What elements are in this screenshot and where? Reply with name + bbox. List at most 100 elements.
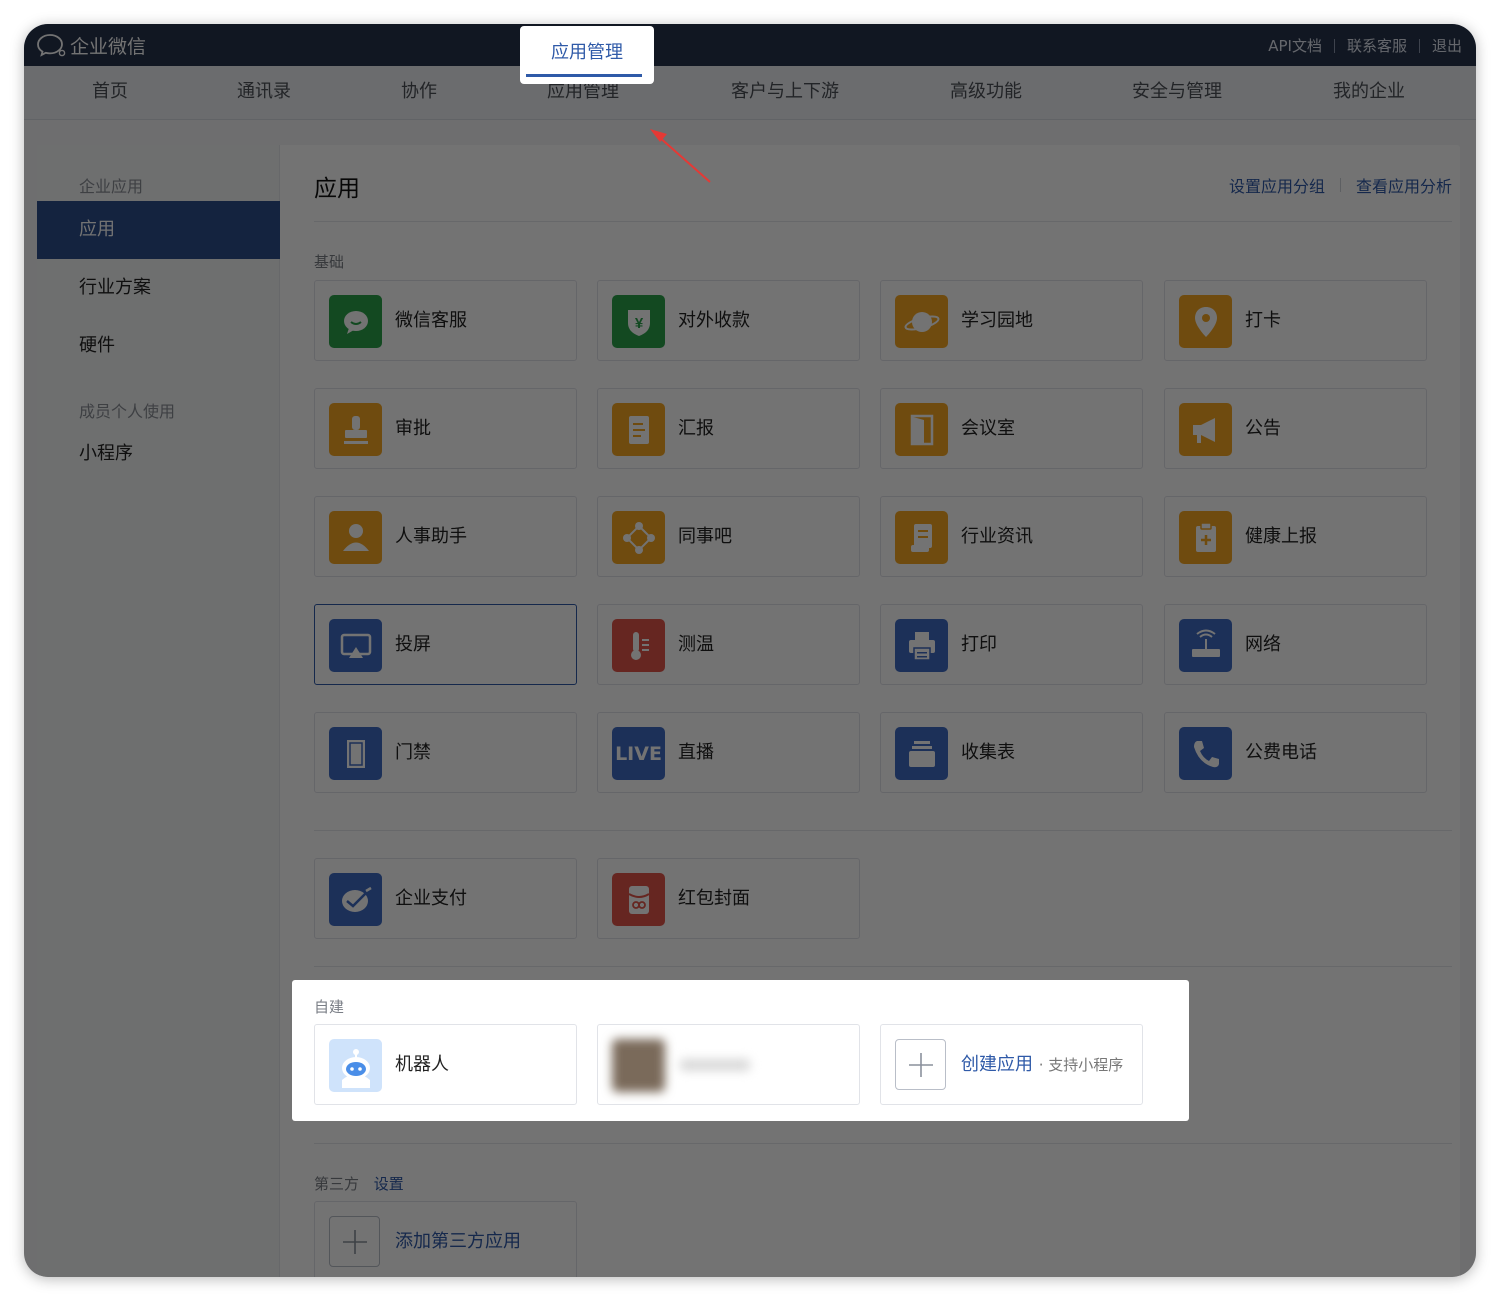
app-tile-colleagues[interactable]: 同事吧 [597,496,860,577]
app-tile-health-report[interactable]: 健康上报 [1164,496,1427,577]
tab-home[interactable]: 首页 [92,66,128,120]
app-tile-external-payment[interactable]: ¥ 对外收款 [597,280,860,361]
create-app-subtext: · 支持小程序 [1038,1056,1124,1074]
thermometer-icon [612,619,665,672]
add-third-party-app-button[interactable]: 添加第三方应用 [314,1201,577,1277]
app-tile-enterprise-pay[interactable]: 企业支付 [314,858,577,939]
divider [314,1143,1452,1144]
contact-support-link[interactable]: 联系客服 [1347,35,1407,56]
app-label: 学习园地 [961,310,1033,331]
location-pin-icon [1179,295,1232,348]
tab-app-management-label: 应用管理 [551,42,623,63]
tab-security[interactable]: 安全与管理 [1132,66,1222,120]
app-label: 健康上报 [1245,526,1317,547]
blurred-app-name [680,1059,750,1071]
create-app-label: 创建应用 · 支持小程序 [961,1025,1123,1105]
app-tile-live[interactable]: LIVE 直播 [597,712,860,793]
report-doc-icon [612,403,665,456]
sidebar-item-mini-program[interactable]: 小程序 [37,425,280,483]
app-label: 汇报 [678,418,714,439]
app-tile-report[interactable]: 汇报 [597,388,860,469]
screen-cast-icon [329,619,382,672]
section-third-party-label: 第三方 设置 [314,1173,404,1194]
app-tile-public-phone[interactable]: 公费电话 [1164,712,1427,793]
app-tile-robot[interactable]: 机器人 [314,1024,577,1105]
app-label: 测温 [678,634,714,655]
add-third-party-label: 添加第三方应用 [395,1231,521,1252]
app-label: 网络 [1245,634,1281,655]
network-icon [612,511,665,564]
app-tile-red-envelope[interactable]: 红包封面 [597,858,860,939]
stamp-icon [329,403,382,456]
sidebar: 企业应用 应用 行业方案 硬件 成员个人使用 小程序 [37,145,280,1277]
robot-icon [329,1039,382,1092]
tab-advanced[interactable]: 高级功能 [950,66,1022,120]
app-tile-custom-blurred[interactable] [597,1024,860,1105]
app-tile-industry-news[interactable]: 行业资讯 [880,496,1143,577]
app-label: 人事助手 [395,526,467,547]
page-title: 应用 [314,176,360,202]
door-panel-icon [329,727,382,780]
tab-app-management-highlight[interactable]: 应用管理 [520,26,654,84]
app-label: 打印 [961,634,997,655]
view-app-analytics-link[interactable]: 查看应用分析 [1356,173,1452,197]
divider [314,966,1452,967]
live-text: LIVE [615,742,662,765]
third-party-settings-link[interactable]: 设置 [374,1175,404,1193]
section-basic-label: 基础 [314,253,345,271]
app-label: 公告 [1245,418,1281,439]
active-tab-underline [526,74,642,77]
divider [314,221,1452,222]
app-tile-check-in[interactable]: 打卡 [1164,280,1427,361]
app-tile-hr-assistant[interactable]: 人事助手 [314,496,577,577]
create-app-button[interactable]: 创建应用 · 支持小程序 [880,1024,1143,1105]
app-tile-collection-form[interactable]: 收集表 [880,712,1143,793]
app-tile-screen-cast[interactable]: 投屏 [314,604,577,685]
section-custom-label: 自建 [314,998,345,1016]
sidebar-item-hardware[interactable]: 硬件 [37,317,280,375]
logo-text: 企业微信 [70,35,147,58]
tab-collaboration[interactable]: 协作 [401,66,437,120]
sidebar-item-industry[interactable]: 行业方案 [37,259,280,317]
logo[interactable]: 企业微信 [36,32,146,58]
app-tile-print[interactable]: 打印 [880,604,1143,685]
app-tile-announcement[interactable]: 公告 [1164,388,1427,469]
create-app-text: 创建应用 [961,1054,1033,1075]
news-icon [895,511,948,564]
app-tile-learning[interactable]: 学习园地 [880,280,1143,361]
plus-icon [895,1039,946,1090]
app-label: 机器人 [395,1054,449,1075]
app-label: 行业资讯 [961,526,1033,547]
divider [1418,38,1420,53]
sidebar-item-apps[interactable]: 应用 [37,201,280,259]
app-label: 会议室 [961,418,1015,439]
app-label: 微信客服 [395,310,467,331]
planet-icon [895,295,948,348]
app-label: 企业支付 [395,888,467,909]
app-label: 直播 [678,742,714,763]
set-app-groups-link[interactable]: 设置应用分组 [1229,173,1325,197]
api-docs-link[interactable]: API文档 [1268,35,1322,56]
app-tile-access-control[interactable]: 门禁 [314,712,577,793]
app-tile-network[interactable]: 网络 [1164,604,1427,685]
app-label: 同事吧 [678,526,732,547]
tab-contacts[interactable]: 通讯录 [237,66,291,120]
tab-my-enterprise[interactable]: 我的企业 [1333,66,1405,120]
printer-icon [895,619,948,672]
door-icon [895,403,948,456]
app-tile-meeting-room[interactable]: 会议室 [880,388,1143,469]
wechat-service-icon [329,295,382,348]
app-label: 公费电话 [1245,742,1317,763]
megaphone-icon [1179,403,1232,456]
app-label: 投屏 [395,634,431,655]
app-tile-wechat-service[interactable]: 微信客服 [314,280,577,361]
app-tile-temperature[interactable]: 测温 [597,604,860,685]
logout-link[interactable]: 退出 [1432,35,1462,56]
app-label: 门禁 [395,742,431,763]
enterprise-pay-icon [329,873,382,926]
app-tile-approval[interactable]: 审批 [314,388,577,469]
tab-customers[interactable]: 客户与上下游 [731,66,839,120]
app-label: 对外收款 [678,310,750,331]
router-icon [1179,619,1232,672]
payment-shield-icon: ¥ [612,295,665,348]
